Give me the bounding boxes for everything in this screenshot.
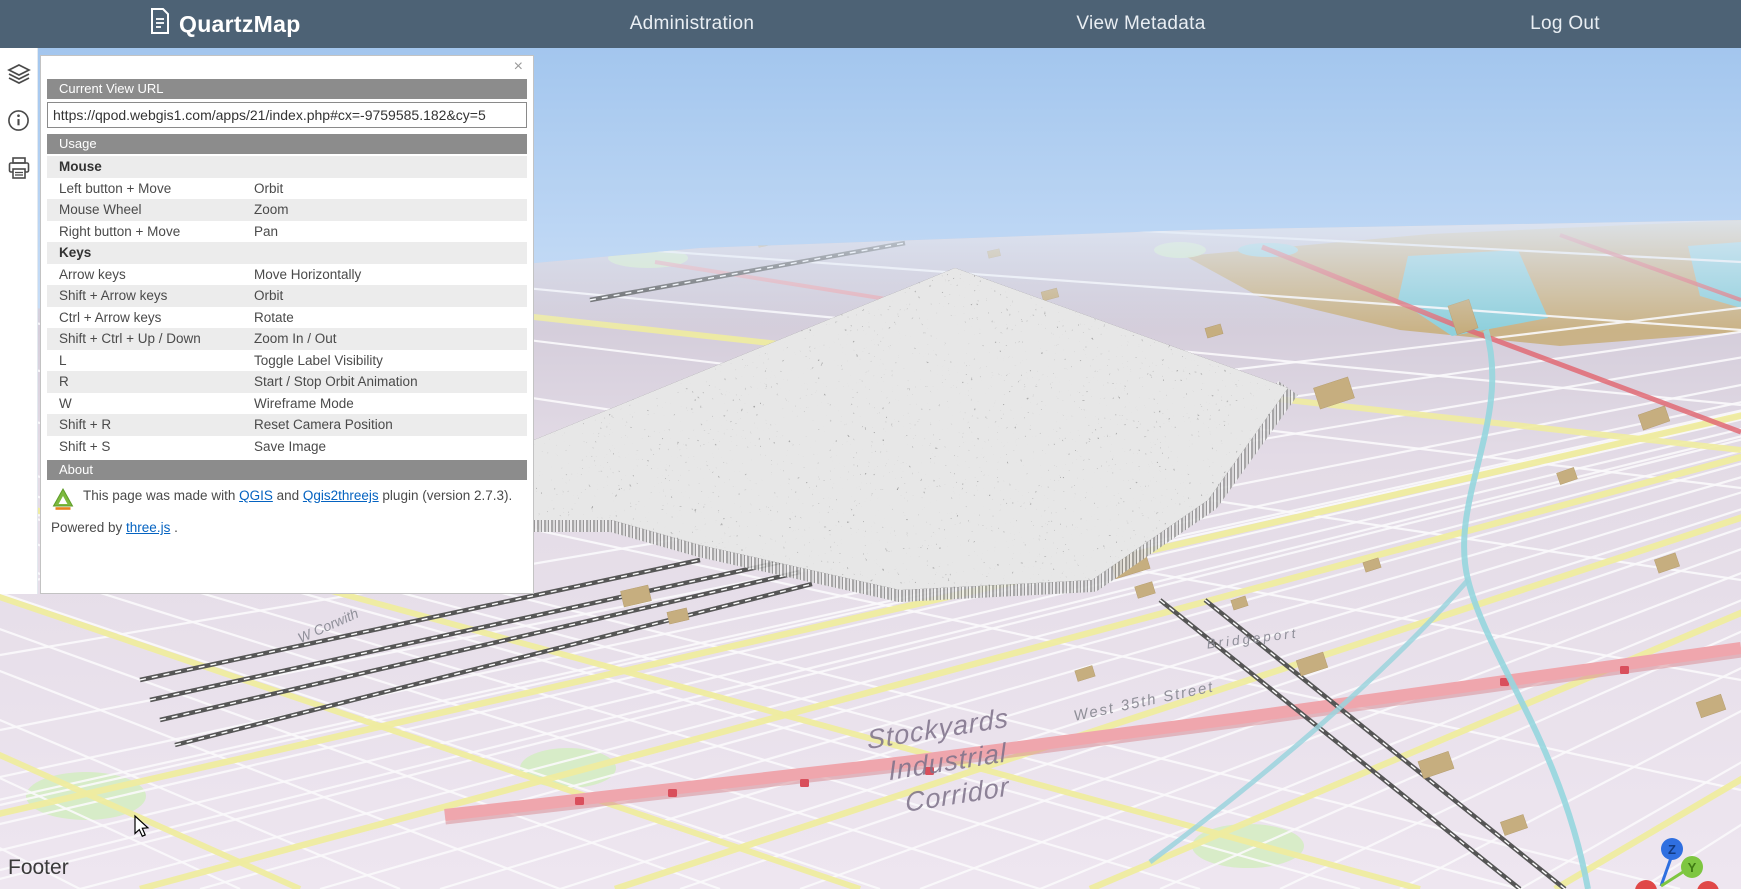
powered-by: Powered by three.js .	[41, 516, 533, 543]
qgis2threejs-logo-icon	[51, 487, 75, 516]
help-dialog: × Current View URL Usage MouseLeft butto…	[40, 55, 534, 594]
powered-prefix: Powered by	[51, 520, 126, 535]
usage-table: MouseLeft button + MoveOrbitMouse WheelZ…	[47, 156, 527, 457]
axis-y-label: Y	[1688, 860, 1697, 875]
qgis-link[interactable]: QGIS	[239, 488, 273, 503]
usage-row: Shift + RReset Camera Position	[47, 414, 527, 436]
usage-row: Shift + Arrow keysOrbit	[47, 285, 527, 307]
threejs-link[interactable]: three.js	[126, 520, 170, 535]
usage-row: Left button + MoveOrbit	[47, 178, 527, 200]
usage-header: Usage	[47, 134, 527, 154]
usage-row: Ctrl + Arrow keysRotate	[47, 307, 527, 329]
brand-quartzmap[interactable]: QuartzMap	[150, 0, 301, 48]
nav-view-metadata[interactable]: View Metadata	[1076, 0, 1205, 48]
about-body: This page was made with QGIS and Qgis2th…	[41, 480, 533, 516]
usage-row: Arrow keysMove Horizontally	[47, 264, 527, 286]
current-view-url-header: Current View URL	[47, 79, 527, 99]
axis-z-label: Z	[1668, 842, 1676, 857]
brand-label: QuartzMap	[179, 11, 301, 38]
about-middle: and	[273, 488, 303, 503]
usage-row: Right button + MovePan	[47, 221, 527, 243]
usage-row: Mouse WheelZoom	[47, 199, 527, 221]
qgis2threejs-link[interactable]: Qgis2threejs	[303, 488, 379, 503]
usage-row: LToggle Label Visibility	[47, 350, 527, 372]
powered-suffix: .	[170, 520, 178, 535]
current-view-url-input[interactable]	[47, 102, 527, 128]
footer-label: Footer	[8, 856, 69, 880]
usage-row: Shift + Ctrl + Up / DownZoom In / Out	[47, 328, 527, 350]
usage-row: Shift + SSave Image	[47, 436, 527, 458]
layers-button[interactable]	[0, 57, 37, 95]
usage-row: Keys	[47, 242, 527, 264]
left-toolbar	[0, 48, 38, 594]
print-icon	[7, 156, 31, 185]
top-navbar: QuartzMap Administration View Metadata L…	[0, 0, 1741, 48]
print-button[interactable]	[0, 151, 37, 189]
usage-row: Mouse	[47, 156, 527, 178]
quartzmap-app: QuartzMap Administration View Metadata L…	[0, 0, 1741, 889]
nav-administration[interactable]: Administration	[630, 0, 755, 48]
close-icon[interactable]: ×	[514, 59, 523, 75]
about-suffix: plugin (version 2.7.3).	[379, 488, 513, 503]
nav-log-out[interactable]: Log Out	[1530, 0, 1600, 48]
info-button[interactable]	[0, 104, 37, 142]
layers-icon	[7, 62, 31, 91]
about-text: This page was made with QGIS and Qgis2th…	[83, 486, 512, 516]
usage-row: WWireframe Mode	[47, 393, 527, 415]
info-icon	[7, 109, 30, 137]
about-prefix: This page was made with	[83, 488, 239, 503]
usage-row: RStart / Stop Orbit Animation	[47, 371, 527, 393]
document-icon	[150, 8, 170, 40]
about-header: About	[47, 460, 527, 480]
